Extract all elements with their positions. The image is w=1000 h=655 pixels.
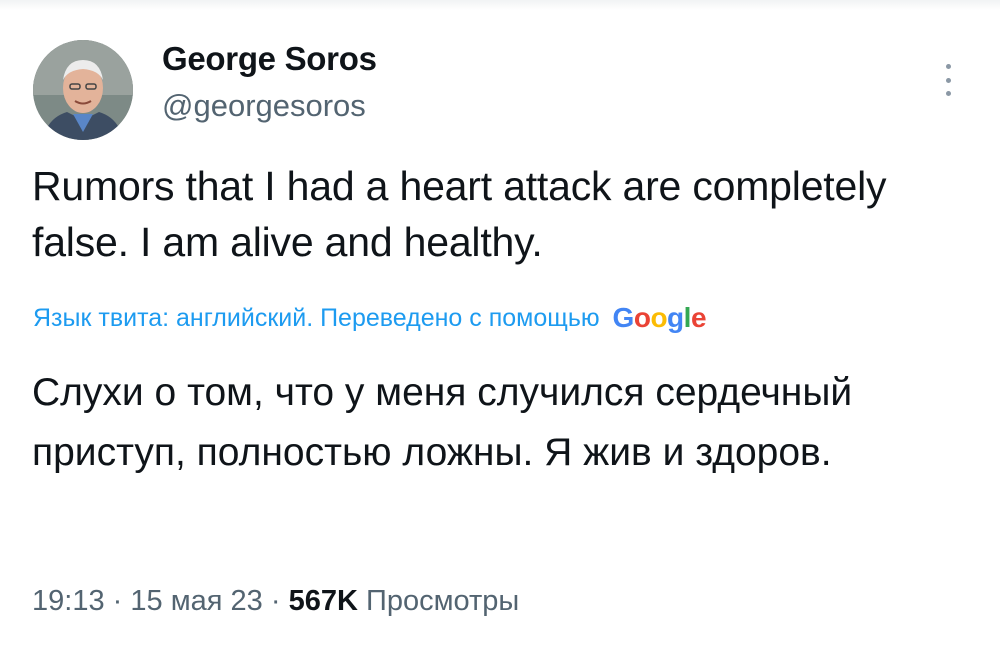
views-label[interactable]: Просмотры [366,585,519,617]
top-divider [0,0,1000,10]
tweet-date[interactable]: 15 мая 23 [130,585,262,617]
translated-text: Слухи о том, что у меня случился сердечн… [32,371,853,474]
avatar[interactable] [33,40,133,140]
tweet-time[interactable]: 19:13 [32,585,105,617]
tweet-card: George Soros @georgesoros Rumors that I … [0,0,1000,655]
tweet-meta: 19:13 · 15 мая 23 · 567K Просмотры [32,585,519,618]
author-name[interactable]: George Soros [162,40,377,78]
google-logo: Google [612,302,707,333]
translation-note-label[interactable]: Язык твита: английский. Переведено с пом… [33,304,600,332]
views-count[interactable]: 567K [289,585,358,617]
more-vertical-icon[interactable] [936,62,960,98]
tweet-text: Rumors that I had a heart attack are com… [32,163,887,265]
meta-separator: · [270,585,281,617]
more-dot [945,64,951,69]
more-dot [945,77,951,83]
translation-note[interactable]: Язык твита: английский. Переведено с пом… [33,302,707,334]
meta-separator: · [112,585,123,617]
author-handle[interactable]: @georgesoros [162,88,366,124]
more-dot [945,91,951,96]
